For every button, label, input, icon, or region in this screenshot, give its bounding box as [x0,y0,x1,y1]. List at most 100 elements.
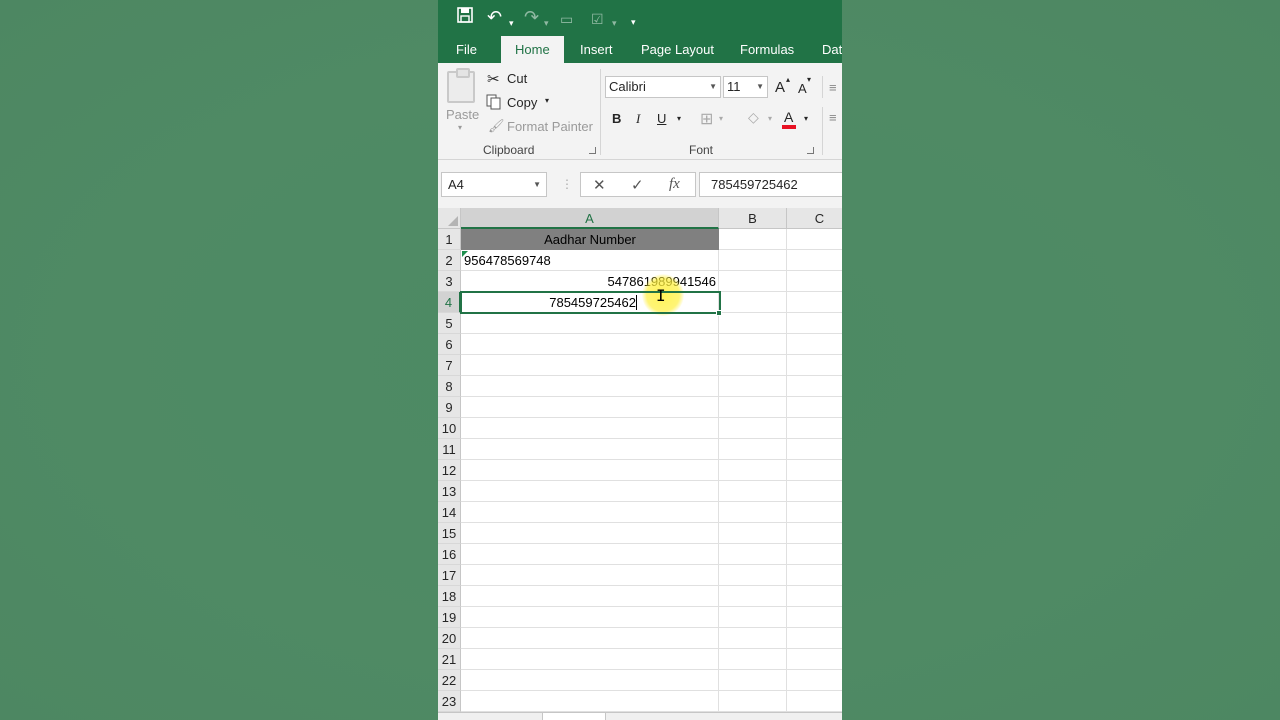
checklist-dropdown-icon[interactable]: ▾ [612,13,617,33]
column-header-b[interactable]: B [719,208,787,229]
active-cell-border [460,291,721,314]
column-header-c[interactable]: C [787,208,842,229]
row-header[interactable]: 4 [438,292,461,313]
bold-button[interactable]: B [612,111,621,126]
undo-icon[interactable]: ↶ [487,7,502,27]
comment-icon[interactable]: ▭ [560,9,573,29]
row-header[interactable]: 6 [438,334,461,355]
font-color-dropdown-icon[interactable]: ▾ [804,114,808,123]
cell-a2[interactable]: 956478569748 [461,250,719,271]
grow-font-button[interactable]: A [775,79,785,96]
chevron-down-icon: ▼ [533,180,541,189]
row-header[interactable]: 12 [438,460,461,481]
fill-color-dropdown-icon[interactable]: ▾ [768,114,772,123]
group-separator [600,69,601,155]
checklist-icon[interactable]: ☑ [591,9,604,29]
formula-bar: A4 ▼ ⋮ ✕ ✓ fx 785459725462 [438,160,842,208]
row-header[interactable]: 10 [438,418,461,439]
row-header[interactable]: 17 [438,565,461,586]
row-gridline [461,585,842,586]
row-header[interactable]: 22 [438,670,461,691]
name-box[interactable]: A4 ▼ [441,172,547,197]
shrink-font-button[interactable]: A [798,81,807,96]
row-gridline [461,354,842,355]
sheet-tab[interactable] [542,713,606,720]
row-header[interactable]: 1 [438,229,461,250]
borders-icon[interactable]: ⊞ [700,109,713,129]
chevron-down-icon: ▼ [756,82,764,91]
name-box-value: A4 [448,177,464,192]
clipboard-group-label: Clipboard [483,143,535,157]
redo-dropdown-icon[interactable]: ▾ [544,13,549,33]
font-group-label: Font [689,143,714,157]
align-icon[interactable]: ≡ [829,110,837,125]
customize-qat-icon[interactable]: ▾ [631,12,636,32]
font-color-button[interactable]: A [784,109,793,125]
tab-page-layout[interactable]: Page Layout [641,36,714,63]
italic-button[interactable]: I [636,111,640,127]
tab-formulas[interactable]: Formulas [740,36,794,63]
format-painter-button[interactable]: Format Painter [507,119,593,134]
font-size-select[interactable]: 11 ▼ [723,76,768,98]
copy-icon[interactable] [486,94,502,113]
row-header[interactable]: 5 [438,313,461,334]
cell-a3-overlay [461,271,719,292]
clipboard-launcher-icon[interactable] [589,147,596,154]
underline-dropdown-icon[interactable]: ▾ [677,114,681,123]
align-icon[interactable]: ≡ [829,80,837,95]
save-icon[interactable] [457,7,473,27]
worksheet-grid[interactable]: A B C 1 2 3 4 5 6 7 8 9 10 11 12 13 14 15 16 17 18 19 20 21 2… [438,208,842,712]
fill-color-icon[interactable]: ◇ [748,109,759,126]
cancel-icon[interactable]: ✕ [593,176,606,194]
copy-button[interactable]: Copy [507,95,537,110]
row-header[interactable]: 23 [438,691,461,712]
fill-handle[interactable] [716,310,722,316]
column-header-a[interactable]: A [461,208,719,229]
paste-icon[interactable] [447,68,475,103]
formula-input[interactable]: 785459725462 [699,172,842,197]
borders-dropdown-icon[interactable]: ▾ [719,114,723,123]
format-painter-icon[interactable]: 🖌 [488,118,505,134]
undo-dropdown-icon[interactable]: ▾ [509,13,514,33]
cell-a1[interactable]: Aadhar Number [461,229,719,250]
font-name-select[interactable]: Calibri ▼ [605,76,721,98]
tab-insert[interactable]: Insert [580,36,613,63]
grow-font-icon: ▴ [786,75,791,84]
row-header[interactable]: 14 [438,502,461,523]
cut-icon[interactable]: ✂ [487,70,500,88]
insert-function-button[interactable]: fx [669,176,680,193]
row-gridline [461,375,842,376]
row-gridline [461,606,842,607]
paste-button[interactable]: Paste [446,107,479,122]
tab-data[interactable]: Dat [822,36,842,63]
formula-bar-grip-icon: ⋮ [561,177,573,191]
row-header[interactable]: 15 [438,523,461,544]
row-header[interactable]: 21 [438,649,461,670]
row-header[interactable]: 2 [438,250,461,271]
copy-dropdown-icon[interactable]: ▾ [545,96,549,105]
font-color-swatch [782,125,796,129]
row-header[interactable]: 13 [438,481,461,502]
ribbon-tabs: File Home Insert Page Layout Formulas Da… [438,36,842,63]
row-header[interactable]: 8 [438,376,461,397]
underline-button[interactable]: U [657,111,666,126]
row-header[interactable]: 7 [438,355,461,376]
tab-file[interactable]: File [456,36,477,63]
cut-button[interactable]: Cut [507,71,527,86]
row-header[interactable]: 11 [438,439,461,460]
row-gridline [461,627,842,628]
tab-home[interactable]: Home [501,36,564,63]
row-header[interactable]: 3 [438,271,461,292]
row-gridline [461,522,842,523]
row-header[interactable]: 19 [438,607,461,628]
font-launcher-icon[interactable] [807,147,814,154]
paste-dropdown-icon[interactable]: ▾ [458,123,462,132]
row-header[interactable]: 16 [438,544,461,565]
redo-icon[interactable]: ↷ [524,7,539,27]
select-all-button[interactable] [438,208,461,229]
enter-icon[interactable]: ✓ [631,176,644,194]
row-header[interactable]: 18 [438,586,461,607]
ibeam-cursor-icon: I [656,286,666,305]
row-header[interactable]: 20 [438,628,461,649]
row-header[interactable]: 9 [438,397,461,418]
